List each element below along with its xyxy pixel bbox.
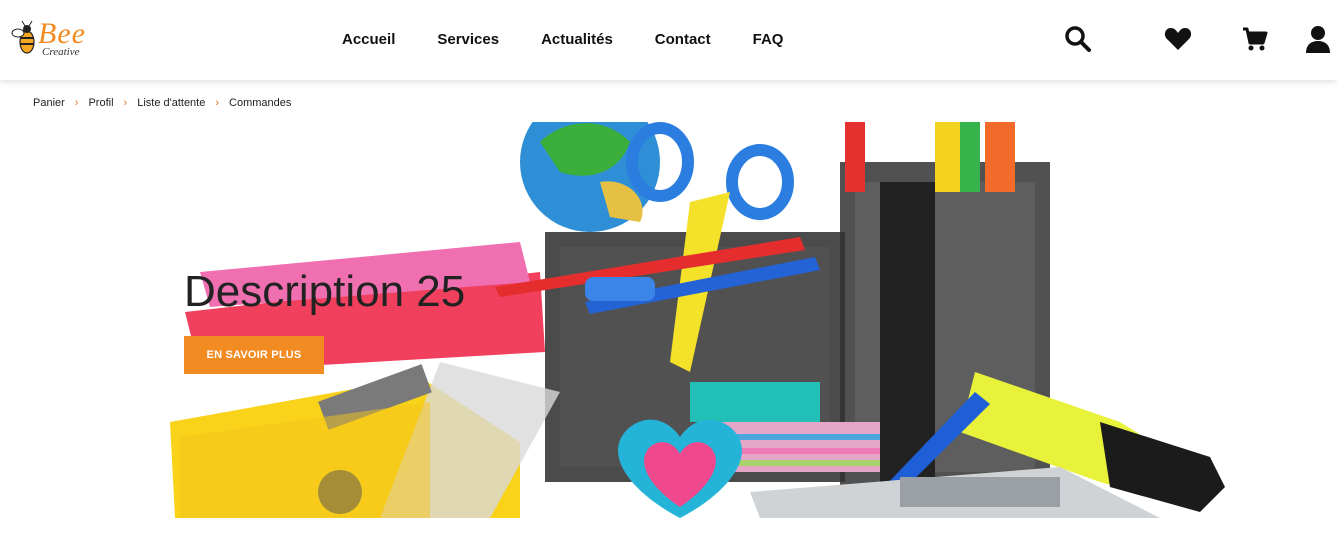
search-button[interactable] (1063, 24, 1093, 54)
breadcrumb-item-profil[interactable]: Profil (88, 97, 113, 109)
breadcrumb-separator: › (123, 97, 128, 109)
brand-subtitle: Creative (42, 46, 80, 58)
nav-item-actualites[interactable]: Actualités (541, 30, 613, 50)
user-icon (1306, 26, 1330, 53)
main-nav: Accueil Services Actualités Contact FAQ (342, 30, 825, 50)
bee-icon (11, 20, 35, 54)
breadcrumb-item-commandes[interactable]: Commandes (229, 97, 291, 109)
brand-logo[interactable]: Bee Creative (10, 16, 106, 64)
breadcrumb-item-panier[interactable]: Panier (33, 97, 65, 109)
hero-image (170, 122, 1225, 518)
nav-item-contact[interactable]: Contact (655, 30, 711, 50)
account-button[interactable] (1303, 24, 1333, 54)
cart-button[interactable] (1240, 24, 1270, 54)
breadcrumb: Panier › Profil › Liste d'attente › Comm… (33, 97, 291, 109)
learn-more-button[interactable]: EN SAVOIR PLUS (184, 336, 324, 374)
heart-icon (1164, 28, 1192, 50)
site-header: Bee Creative Accueil Services Actualités… (0, 0, 1337, 80)
nav-item-services[interactable]: Services (437, 30, 499, 50)
nav-item-accueil[interactable]: Accueil (342, 30, 395, 50)
hero-banner: Description 25 EN SAVOIR PLUS (0, 122, 1240, 518)
breadcrumb-separator: › (215, 97, 220, 109)
hero-title: Description 25 (184, 267, 466, 316)
cart-icon (1243, 27, 1268, 51)
search-icon (1065, 26, 1091, 52)
breadcrumb-separator: › (74, 97, 79, 109)
breadcrumb-item-liste-attente[interactable]: Liste d'attente (137, 97, 205, 109)
wishlist-button[interactable] (1163, 24, 1193, 54)
nav-item-faq[interactable]: FAQ (753, 30, 784, 50)
